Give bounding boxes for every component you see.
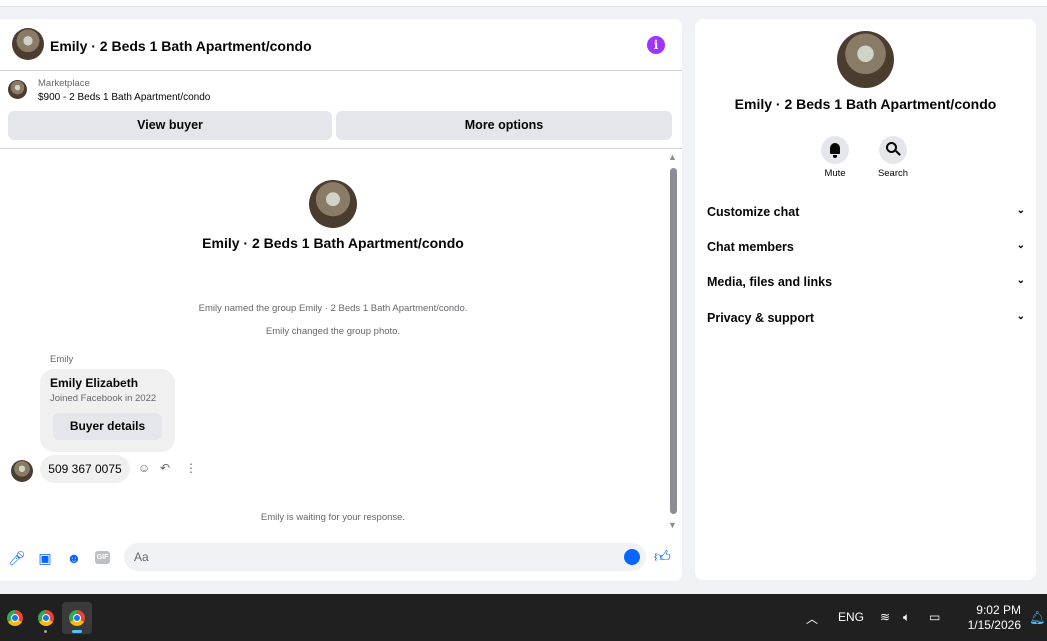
more-icon[interactable]: ⋮: [185, 460, 197, 476]
conversation-title: Emily · 2 Beds 1 Bath Apartment/condo: [202, 235, 464, 251]
wifi-icon[interactable]: ≋: [880, 610, 890, 624]
battery-icon[interactable]: ▭: [929, 610, 940, 624]
mute-button[interactable]: Mute: [805, 136, 865, 179]
section-media-files-links[interactable]: Media, files and links ⌄: [707, 275, 1025, 295]
sender-avatar[interactable]: [11, 460, 33, 482]
buyer-card: Emily Elizabeth Joined Facebook in 2022 …: [40, 369, 175, 452]
message-bubble[interactable]: 509 367 0075: [40, 455, 130, 483]
composer: 🎤︎ ▣ ☻ GIF 👍︎: [0, 540, 682, 580]
listing-title: $900 - 2 Beds 1 Bath Apartment/condo: [38, 92, 211, 103]
notification-icon[interactable]: 🔔︎: [1029, 610, 1046, 626]
chevron-up-icon[interactable]: ︿: [806, 610, 818, 627]
scrollbar[interactable]: ▲ ▼: [666, 152, 680, 532]
chat-header: Emily · 2 Beds 1 Bath Apartment/condo i: [0, 19, 682, 71]
microphone-icon[interactable]: 🎤︎: [8, 550, 26, 566]
system-message: Emily changed the group photo.: [265, 326, 401, 337]
language-indicator[interactable]: ENG: [838, 610, 864, 624]
scrollbar-thumb[interactable]: [670, 168, 677, 514]
taskbar-chrome-1[interactable]: [0, 602, 30, 634]
buyer-details-button[interactable]: Buyer details: [53, 413, 162, 440]
section-label: Customize chat: [707, 205, 800, 219]
taskbar-chrome-2[interactable]: [31, 602, 61, 634]
section-customize-chat[interactable]: Customize chat ⌄: [707, 205, 1025, 225]
search-label: Search: [877, 168, 909, 179]
conversation-avatar: [309, 180, 357, 228]
react-icon[interactable]: ☺: [138, 460, 150, 476]
sender-name: Emily: [50, 354, 74, 365]
marketplace-label: Marketplace: [38, 78, 90, 89]
mute-label: Mute: [824, 168, 846, 179]
taskbar: ︿ ENG ≋ 🔈︎ ▭ 9:02 PM 1/15/2026 🔔︎: [0, 594, 1047, 641]
group-name: Emily · 2 Beds 1 Bath Apartment/condo: [734, 96, 997, 112]
section-chat-members[interactable]: Chat members ⌄: [707, 240, 1025, 260]
chrome-icon: [38, 610, 54, 626]
search-button[interactable]: Search: [863, 136, 923, 179]
system-message: Emily is waiting for your response.: [260, 512, 406, 523]
more-options-button[interactable]: More options: [336, 111, 672, 140]
group-photo[interactable]: [837, 31, 894, 88]
date: 1/15/2026: [967, 618, 1021, 632]
clock[interactable]: 9:02 PM 1/15/2026: [955, 603, 1021, 633]
section-label: Privacy & support: [707, 311, 814, 325]
taskbar-chrome-3[interactable]: [62, 602, 92, 634]
section-label: Chat members: [707, 240, 794, 254]
reply-icon[interactable]: ↶: [160, 460, 170, 476]
chrome-icon: [7, 610, 23, 626]
chat-info-panel: Emily · 2 Beds 1 Bath Apartment/condo Mu…: [695, 19, 1036, 580]
time: 9:02 PM: [976, 603, 1021, 617]
listing-thumbnail: [8, 80, 27, 99]
chevron-down-icon: ⌄: [1016, 205, 1025, 216]
message-input[interactable]: [124, 543, 646, 571]
marketplace-listing[interactable]: Marketplace $900 - 2 Beds 1 Bath Apartme…: [0, 72, 682, 108]
photo-icon[interactable]: ▣: [37, 550, 53, 566]
scroll-down-icon[interactable]: ▼: [668, 520, 677, 530]
section-privacy-support[interactable]: Privacy & support ⌄: [707, 311, 1025, 331]
divider: [0, 148, 682, 149]
scroll-up-icon[interactable]: ▲: [668, 152, 677, 162]
chevron-down-icon: ⌄: [1016, 311, 1025, 322]
gif-icon[interactable]: GIF: [95, 551, 110, 564]
group-avatar[interactable]: [12, 28, 44, 60]
system-message: Emily named the group Emily · 2 Beds 1 B…: [198, 303, 468, 314]
info-icon[interactable]: i: [647, 36, 665, 54]
buyer-joined: Joined Facebook in 2022: [50, 393, 157, 404]
chevron-down-icon: ⌄: [1016, 275, 1025, 286]
top-bar: [0, 0, 1047, 7]
chat-panel: Emily · 2 Beds 1 Bath Apartment/condo i …: [0, 19, 682, 581]
emoji-icon[interactable]: [624, 549, 640, 565]
volume-icon[interactable]: 🔈︎: [903, 610, 910, 625]
thumbs-up-icon[interactable]: 👍︎: [654, 548, 671, 567]
chat-title[interactable]: Emily · 2 Beds 1 Bath Apartment/condo: [50, 38, 312, 54]
view-buyer-button[interactable]: View buyer: [8, 111, 332, 140]
chevron-down-icon: ⌄: [1016, 240, 1025, 251]
bell-icon: [821, 136, 849, 164]
buyer-name: Emily Elizabeth: [50, 376, 139, 390]
sticker-icon[interactable]: ☻: [66, 550, 82, 566]
search-icon: [879, 136, 907, 164]
section-label: Media, files and links: [707, 275, 833, 289]
chrome-icon: [69, 610, 85, 626]
